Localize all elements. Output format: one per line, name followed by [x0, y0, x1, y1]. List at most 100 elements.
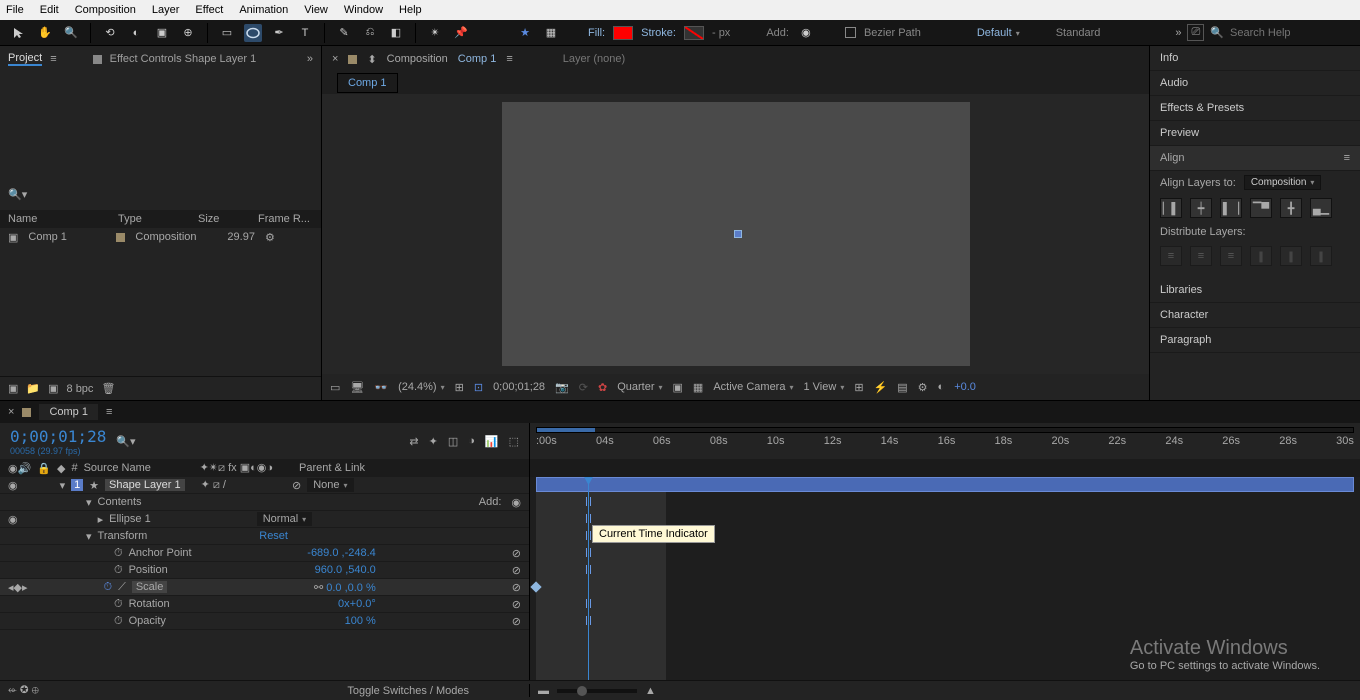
interpret-icon[interactable]: ▣ [8, 382, 18, 395]
motion-blur-icon[interactable]: ◑ [468, 435, 475, 447]
label-col-icon[interactable]: ◆ [57, 462, 65, 475]
stroke-width[interactable]: - px [712, 27, 730, 39]
viewer-time[interactable]: 0;00;01;28 [493, 381, 545, 393]
graph-icon[interactable]: 📊 [485, 435, 499, 448]
align-left-icon[interactable]: ▏▌ [1160, 198, 1182, 218]
timeline-close-icon[interactable]: × [8, 406, 14, 418]
parent-col[interactable]: Parent & Link [299, 462, 365, 474]
rectangle-tool-icon[interactable]: ▭ [218, 24, 236, 42]
menu-edit[interactable]: Edit [40, 4, 59, 16]
switches-col[interactable]: ✦✴⧄ fx ▣◐◉◑ [200, 461, 273, 475]
switches-cell[interactable]: ✦ ⧄ / [201, 478, 226, 492]
panel-paragraph[interactable]: Paragraph [1150, 328, 1360, 353]
expr-anchor-icon[interactable]: ⊘ [512, 547, 521, 560]
current-timecode[interactable]: 0;00;01;28 [10, 427, 106, 446]
twirl-ellipse-icon[interactable]: ▸ [98, 513, 104, 526]
bpc-label[interactable]: 8 bpc [67, 383, 94, 395]
menu-window[interactable]: Window [344, 4, 383, 16]
menu-file[interactable]: File [6, 4, 24, 16]
resolution-icon[interactable]: 🖥 [350, 381, 364, 394]
project-tab-menu-icon[interactable]: ≡ [50, 53, 56, 65]
add-menu-icon[interactable]: ◉ [797, 24, 815, 42]
timeline-icon[interactable]: ▤ [897, 381, 907, 394]
pen-tool-icon[interactable]: ✒ [270, 24, 288, 42]
val-position[interactable]: 960.0 ,540.0 [315, 564, 376, 576]
align-hcenter-icon[interactable]: ┿ [1190, 198, 1212, 218]
pixel-icon[interactable]: ⊞ [854, 381, 863, 394]
stopwatch-scale-icon[interactable]: ⏱ [104, 581, 113, 594]
exposure-reset-icon[interactable]: ◐ [938, 381, 945, 393]
roto-tool-icon[interactable]: ✴ [426, 24, 444, 42]
panel-character[interactable]: Character [1150, 303, 1360, 328]
align-to-dropdown[interactable]: Composition [1244, 175, 1322, 190]
val-rotation[interactable]: 0x+0.0° [338, 598, 376, 610]
comp-mini-icon[interactable]: ⇄ [409, 435, 418, 448]
flowchart-icon[interactable]: ⚙ [265, 231, 275, 244]
zoom-out-icon[interactable]: ▬ [538, 685, 549, 697]
rotate-tool-icon[interactable]: ◐ [127, 24, 145, 42]
col-name[interactable]: Name [8, 213, 98, 225]
ellipse-label[interactable]: Ellipse 1 [109, 513, 151, 525]
project-search[interactable]: 🔍▾ [8, 188, 27, 201]
project-tab[interactable]: Project [8, 52, 42, 66]
stroke-label[interactable]: Stroke: [641, 27, 676, 39]
menu-animation[interactable]: Animation [239, 4, 288, 16]
twirl-contents-icon[interactable]: ▾ [86, 496, 92, 509]
current-time-indicator[interactable] [588, 477, 589, 680]
snapshot-icon[interactable]: 📷 [555, 381, 569, 394]
col-size[interactable]: Size [198, 213, 238, 225]
lock-col-icon[interactable]: 🔒 [37, 462, 51, 475]
twirl-icon[interactable]: ▾ [60, 479, 66, 492]
hand-tool-icon[interactable]: ✋ [36, 24, 54, 42]
align-top-icon[interactable]: ▔▀ [1250, 198, 1272, 218]
workspace-default[interactable]: Default [977, 27, 1020, 39]
stroke-swatch[interactable] [684, 26, 704, 40]
menu-layer[interactable]: Layer [152, 4, 180, 16]
brush-tool-icon[interactable]: ✎ [335, 24, 353, 42]
overflow-icon[interactable]: » [1175, 27, 1181, 39]
layer-tab[interactable]: Layer (none) [563, 53, 625, 65]
region-icon[interactable]: ▣ [673, 381, 683, 394]
parent-dropdown[interactable]: None [307, 478, 353, 492]
quality-dropdown[interactable]: Quarter [617, 381, 662, 393]
eye-icon[interactable]: ◉ [8, 479, 18, 492]
link-icon[interactable]: ⚯ [314, 582, 323, 594]
puppet-tool-icon[interactable]: 📌 [452, 24, 470, 42]
ellipse-tool-icon[interactable] [244, 24, 262, 42]
zoom-tool-icon[interactable]: 🔍 [62, 24, 80, 42]
align-right-icon[interactable]: ▌▕ [1220, 198, 1242, 218]
view-dropdown[interactable]: 1 View [803, 381, 844, 393]
panel-effects[interactable]: Effects & Presets [1150, 96, 1360, 121]
layer-name[interactable]: Shape Layer 1 [105, 479, 185, 491]
stopwatch-rotation-icon[interactable]: ⏱ [114, 598, 123, 611]
add-contents-icon[interactable]: ◉ [511, 496, 521, 509]
expr-position-icon[interactable]: ⊘ [512, 564, 521, 577]
eye-ellipse-icon[interactable]: ◉ [8, 513, 18, 526]
transform-label[interactable]: Transform [98, 530, 148, 542]
timeline-tab[interactable]: Comp 1 [39, 404, 98, 420]
zoom-value[interactable]: (24.4%) [398, 381, 445, 393]
mask-icon[interactable]: 👓 [374, 381, 388, 394]
flowchart-mini-icon[interactable]: ⬍ [367, 53, 376, 66]
search-input[interactable] [1230, 27, 1350, 39]
work-area-bar[interactable] [536, 427, 1354, 433]
camera-dropdown[interactable]: Active Camera [713, 381, 793, 393]
safe-icon[interactable]: ⊞ [455, 381, 464, 394]
type-tool-icon[interactable]: T [296, 24, 314, 42]
prop-anchor[interactable]: Anchor Point [129, 547, 192, 559]
orbit-tool-icon[interactable]: ⟲ [101, 24, 119, 42]
stopwatch-opacity-icon[interactable]: ⏱ [114, 615, 123, 628]
menu-help[interactable]: Help [399, 4, 422, 16]
timeline-search-icon[interactable]: 🔍▾ [116, 435, 135, 448]
bezier-checkbox[interactable] [845, 27, 856, 38]
star-icon[interactable]: ★ [516, 24, 534, 42]
stopwatch-position-icon[interactable]: ⏱ [114, 564, 123, 577]
zoom-slider[interactable] [557, 689, 637, 693]
pan-behind-tool-icon[interactable]: ⊕ [179, 24, 197, 42]
close-tab-icon[interactable]: × [332, 53, 338, 65]
panel-overflow-icon[interactable]: » [307, 53, 313, 65]
frame-blend-icon[interactable]: ◫ [448, 435, 458, 448]
grid-toggle-icon[interactable]: ⊡ [474, 381, 483, 394]
expr-rotation-icon[interactable]: ⊘ [512, 598, 521, 611]
val-scale[interactable]: 0.0 ,0.0 % [326, 582, 376, 594]
